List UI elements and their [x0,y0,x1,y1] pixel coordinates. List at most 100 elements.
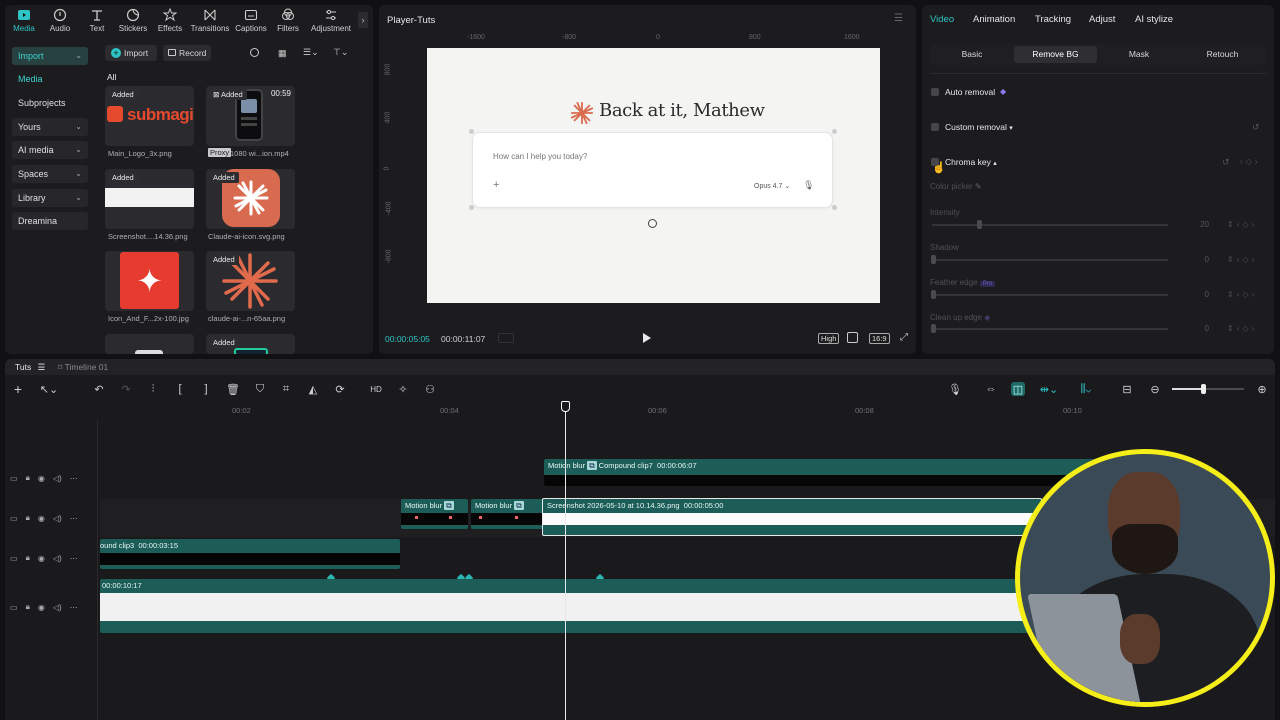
tab-effects[interactable]: Effects [150,8,190,33]
intensity-value[interactable]: 20 [1189,220,1209,229]
preview-canvas[interactable]: Back at it, Mathew How can I help you to… [427,48,880,303]
sidebar-item-spaces[interactable]: Spaces ⌄ [12,165,88,183]
tab-video[interactable]: Video [930,14,954,25]
more-icon[interactable]: ⋯ [70,474,78,483]
sidebar-item-dreamina[interactable]: Dreamina [12,212,88,230]
crop-icon[interactable] [847,332,858,343]
feather-value[interactable]: 0 [1189,290,1209,299]
tab-adjustment[interactable]: Adjustment [310,8,352,33]
motion-blur-clip[interactable]: Motion blur ⧉ [471,499,543,529]
handle-bl[interactable] [469,205,474,210]
filter-all-label[interactable]: All [107,72,116,82]
import-button[interactable]: + Import [105,45,157,61]
rotate-handle-icon[interactable] [648,219,657,228]
sidebar-item-ai-media[interactable]: AI media ⌄ [12,141,88,159]
tab-filters[interactable]: Filters [268,8,308,33]
sidebar-item-library[interactable]: Library ⌄ [12,189,88,207]
mic-icon[interactable]: 🎙 [948,382,962,396]
media-item-screenshot[interactable]: Added [105,169,194,229]
track-controls[interactable]: ▭ 🔒︎ ◉ ◁) ⋯ [10,473,94,483]
link-icon[interactable]: ⇔ [984,382,998,396]
add-icon[interactable]: + [11,381,25,397]
tab-audio[interactable]: Audio [40,8,80,33]
split-right-icon[interactable]: ] [199,382,213,396]
reset-icon[interactable]: ↺ [1222,157,1230,168]
speaker-icon[interactable]: ◁) [53,603,62,612]
tab-text[interactable]: Text [77,8,117,33]
eye-icon[interactable]: ◉ [38,603,45,612]
keyframe-controls[interactable]: ⇕‹◇› [1227,290,1257,299]
eyedropper-icon[interactable]: ✎ [975,182,982,191]
menu-icon[interactable]: ☰ [894,13,903,24]
project-tab[interactable]: Tuts ☰ [15,362,45,373]
lock-icon[interactable]: 🔒︎ [26,602,30,612]
quality-button[interactable]: High [818,333,840,344]
subtab-basic[interactable]: Basic [932,46,1012,63]
delete-icon[interactable]: 🗑 [226,382,240,396]
tab-transitions[interactable]: Transitions [190,8,230,33]
chevron-right-icon[interactable]: › [358,12,368,28]
select-tool-icon[interactable]: ↖⌄ [40,382,58,396]
fullscreen-icon[interactable]: ⤢ [900,332,908,343]
sidebar-item-media[interactable]: Media [12,70,88,88]
cleanup-slider[interactable] [932,328,1168,330]
subtab-retouch[interactable]: Retouch [1181,46,1264,63]
shadow-slider-knob[interactable] [931,255,936,264]
zoom-slider[interactable] [1172,384,1244,394]
media-item-main-logo[interactable]: submagic Added [105,86,194,146]
play-icon[interactable] [643,333,651,343]
eye-icon[interactable]: ◉ [38,554,45,563]
tab-adjust[interactable]: Adjust [1089,14,1115,25]
tab-captions[interactable]: Captions [231,8,271,33]
eye-icon[interactable]: ◉ [38,474,45,483]
mirror-icon[interactable]: ◭ [306,382,320,396]
sidebar-item-yours[interactable]: Yours ⌄ [12,118,88,136]
handle-tl[interactable] [469,129,474,134]
split-left-icon[interactable]: [ [173,382,187,396]
handle-tr[interactable] [832,129,837,134]
filter-icon[interactable]: ⊤⌄ [333,47,348,58]
magic-wand-icon[interactable]: ✧ [396,382,410,396]
timecode-icon[interactable] [498,333,514,343]
feather-slider-knob[interactable] [931,290,936,299]
shadow-value[interactable]: 0 [1189,255,1209,264]
lock-icon[interactable]: 🔒︎ [26,473,30,483]
zoom-slider-knob[interactable] [1201,384,1206,394]
redo-icon[interactable]: ↷ [119,382,133,396]
feather-slider[interactable] [932,294,1168,296]
compound-clip-7[interactable]: Motion blur ⧉ Compound clip7 00:00:06:07 [544,459,1104,486]
speaker-icon[interactable]: ◁) [53,514,62,523]
cleanup-value[interactable]: 0 [1189,324,1209,333]
auto-removal-checkbox[interactable] [931,88,939,96]
playhead-handle[interactable] [561,401,570,412]
media-item-claude-icon[interactable]: Added [206,169,295,229]
more-icon[interactable]: ⋯ [70,603,78,612]
keyframe-controls[interactable]: ⇕‹◇› [1227,220,1257,229]
media-item-partial[interactable] [105,334,194,354]
keyframe-controls[interactable]: ⇕‹◇› [1227,324,1257,333]
sort-icon[interactable]: ☰⌄ [303,47,319,58]
snap-icon[interactable]: ⇹⌄ [1037,382,1061,396]
hd-icon[interactable]: HD [369,382,383,396]
media-item-video[interactable]: ⊠ Added 00:59 [206,86,295,146]
tab-tracking[interactable]: Tracking [1035,14,1071,25]
eye-icon[interactable]: ◉ [38,514,45,523]
more-icon[interactable]: ⋯ [70,554,78,563]
sidebar-item-import[interactable]: Import ⌄ [12,47,88,65]
shadow-slider[interactable] [932,259,1168,261]
tab-ai-stylize[interactable]: AI stylize [1135,14,1173,25]
prompt-box[interactable]: How can I help you today? + Opus 4.7 ⌄ 🎙 [472,132,833,208]
keyframe-controls[interactable]: ⇕‹◇› [1227,255,1257,264]
lock-icon[interactable]: 🔒︎ [26,513,30,523]
media-item-partial[interactable]: Added [206,334,295,354]
playhead[interactable] [565,403,566,720]
intensity-slider[interactable] [932,224,1168,226]
preview-axis-icon[interactable]: ⊟ [1120,382,1134,396]
main-clip[interactable]: 00:00:10:17 [100,579,1060,633]
media-item-icon-and[interactable]: ✦ [105,251,194,311]
subtab-mask[interactable]: Mask [1099,46,1179,63]
crop-icon[interactable]: ⌗ [279,382,293,396]
lock-icon[interactable]: 🔒︎ [26,553,30,563]
record-button[interactable]: Record [163,45,211,61]
tab-animation[interactable]: Animation [973,14,1015,25]
